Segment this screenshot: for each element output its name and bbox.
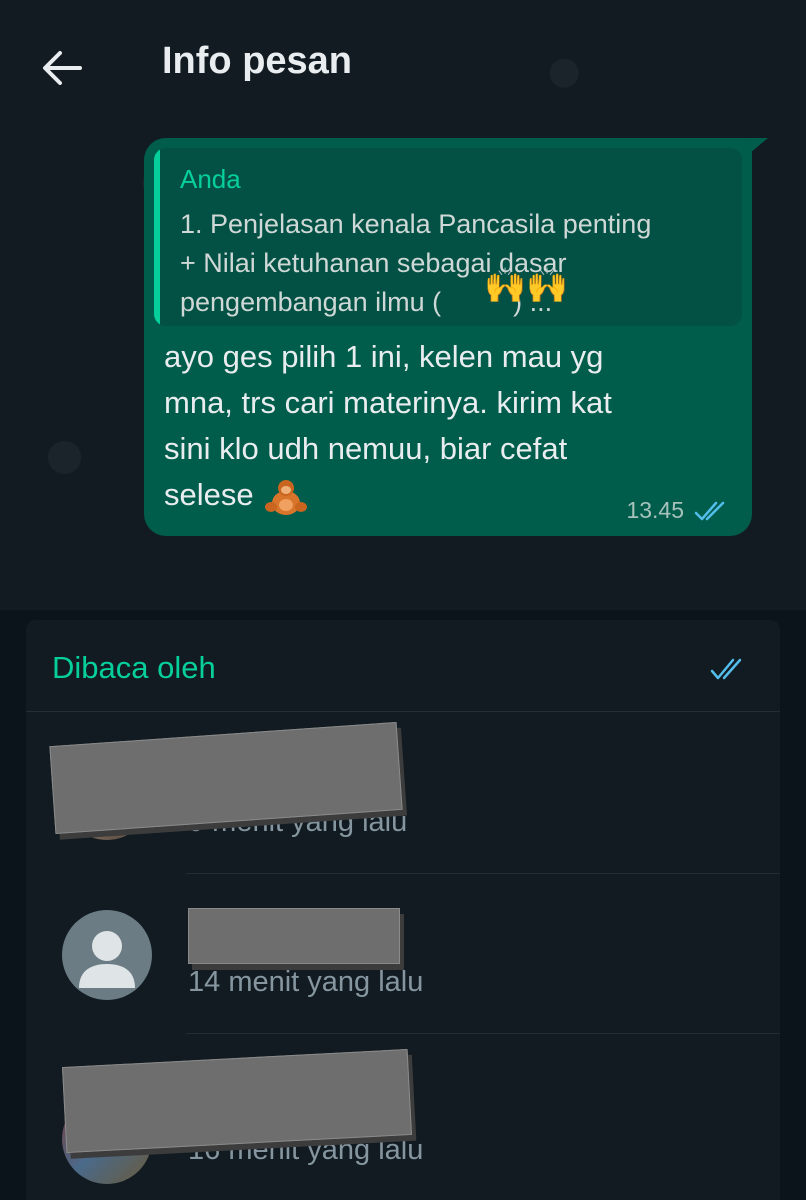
app-header: Info pesan [0, 0, 806, 130]
back-button[interactable] [36, 42, 88, 94]
double-check-icon [694, 501, 725, 520]
message-line: mna, trs cari materinya. kirim kat [164, 385, 612, 420]
orangutan-emoji [264, 479, 307, 515]
message-line-text: selese [164, 477, 254, 512]
message-meta: 13.45 [626, 497, 732, 524]
quote-line: 1. Penjelasan kenala Pancasila penting [180, 209, 652, 239]
message-time: 13.45 [626, 497, 684, 523]
redaction-block [61, 1049, 413, 1153]
read-by-section: Dibaca oleh 9 menit yang lalu 14 menit y… [26, 620, 780, 1200]
read-by-header: Dibaca oleh [26, 620, 780, 712]
quote-accent-bar [154, 148, 160, 326]
read-by-title: Dibaca oleh [52, 650, 216, 685]
quote-line-part: pengembangan ilmu ( [180, 287, 442, 317]
double-check-icon [710, 658, 742, 680]
reader-row[interactable]: 9 menit yang lalu [26, 714, 780, 874]
message-line: ayo ges pilih 1 ini, kelen mau yg [164, 339, 604, 374]
quote-line: + Nilai ketuhanan sebagai dasar [180, 248, 567, 278]
redaction-block [188, 908, 400, 964]
reader-row[interactable]: 14 menit yang lalu [26, 874, 780, 1034]
page-title: Info pesan [162, 40, 353, 82]
quote-author: Anda [180, 164, 241, 194]
quoted-message[interactable]: Anda 1. Penjelasan kenala Pancasila pent… [154, 148, 742, 326]
message-text: ayo ges pilih 1 ini, kelen mau yg mna, t… [164, 334, 734, 518]
message-bubble[interactable]: Anda 1. Penjelasan kenala Pancasila pent… [144, 138, 752, 536]
avatar[interactable] [62, 910, 152, 1000]
reader-row[interactable]: 16 menit yang lalu [26, 1034, 780, 1194]
arrow-left-icon [43, 51, 82, 85]
raising-hands-emoji: 🙌🙌 [484, 266, 569, 306]
message-line: sini klo udh nemuu, biar cefat [164, 431, 568, 466]
person-icon [79, 931, 135, 988]
reader-read-time: 14 menit yang lalu [188, 966, 424, 998]
quote-line: pengembangan ilmu () ... [180, 283, 722, 322]
